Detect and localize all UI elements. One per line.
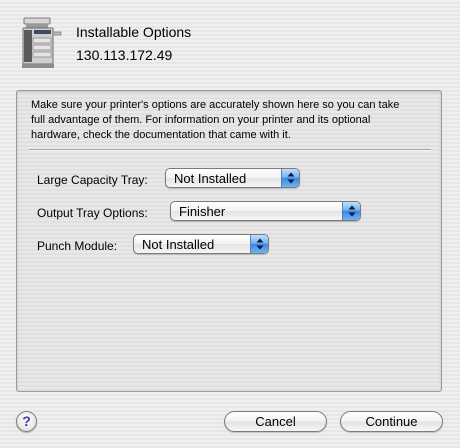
help-button[interactable]: ? [16, 411, 37, 432]
options-panel: Make sure your printer's options are acc… [16, 90, 442, 392]
printer-icon [18, 16, 64, 70]
info-text: Make sure your printer's options are acc… [31, 99, 400, 141]
cancel-button[interactable]: Cancel [224, 411, 327, 432]
updown-arrows-icon [250, 235, 268, 253]
large-capacity-tray-popup[interactable]: Not Installed [165, 168, 300, 188]
dialog-title: Installable Options [76, 24, 192, 40]
printer-address: 130.113.172.49 [76, 47, 173, 63]
punch-module-label: Punch Module: [37, 239, 118, 253]
updown-arrows-icon [342, 202, 360, 220]
large-capacity-tray-value: Not Installed [174, 171, 247, 186]
continue-button[interactable]: Continue [340, 411, 443, 432]
output-tray-options-value: Finisher [179, 204, 226, 219]
punch-module-popup[interactable]: Not Installed [133, 234, 269, 254]
updown-arrows-icon [281, 169, 299, 187]
divider [29, 149, 431, 151]
punch-module-value: Not Installed [142, 237, 215, 252]
output-tray-options-popup[interactable]: Finisher [170, 201, 361, 221]
large-capacity-tray-label: Large Capacity Tray: [37, 173, 148, 187]
output-tray-options-label: Output Tray Options: [37, 206, 148, 220]
